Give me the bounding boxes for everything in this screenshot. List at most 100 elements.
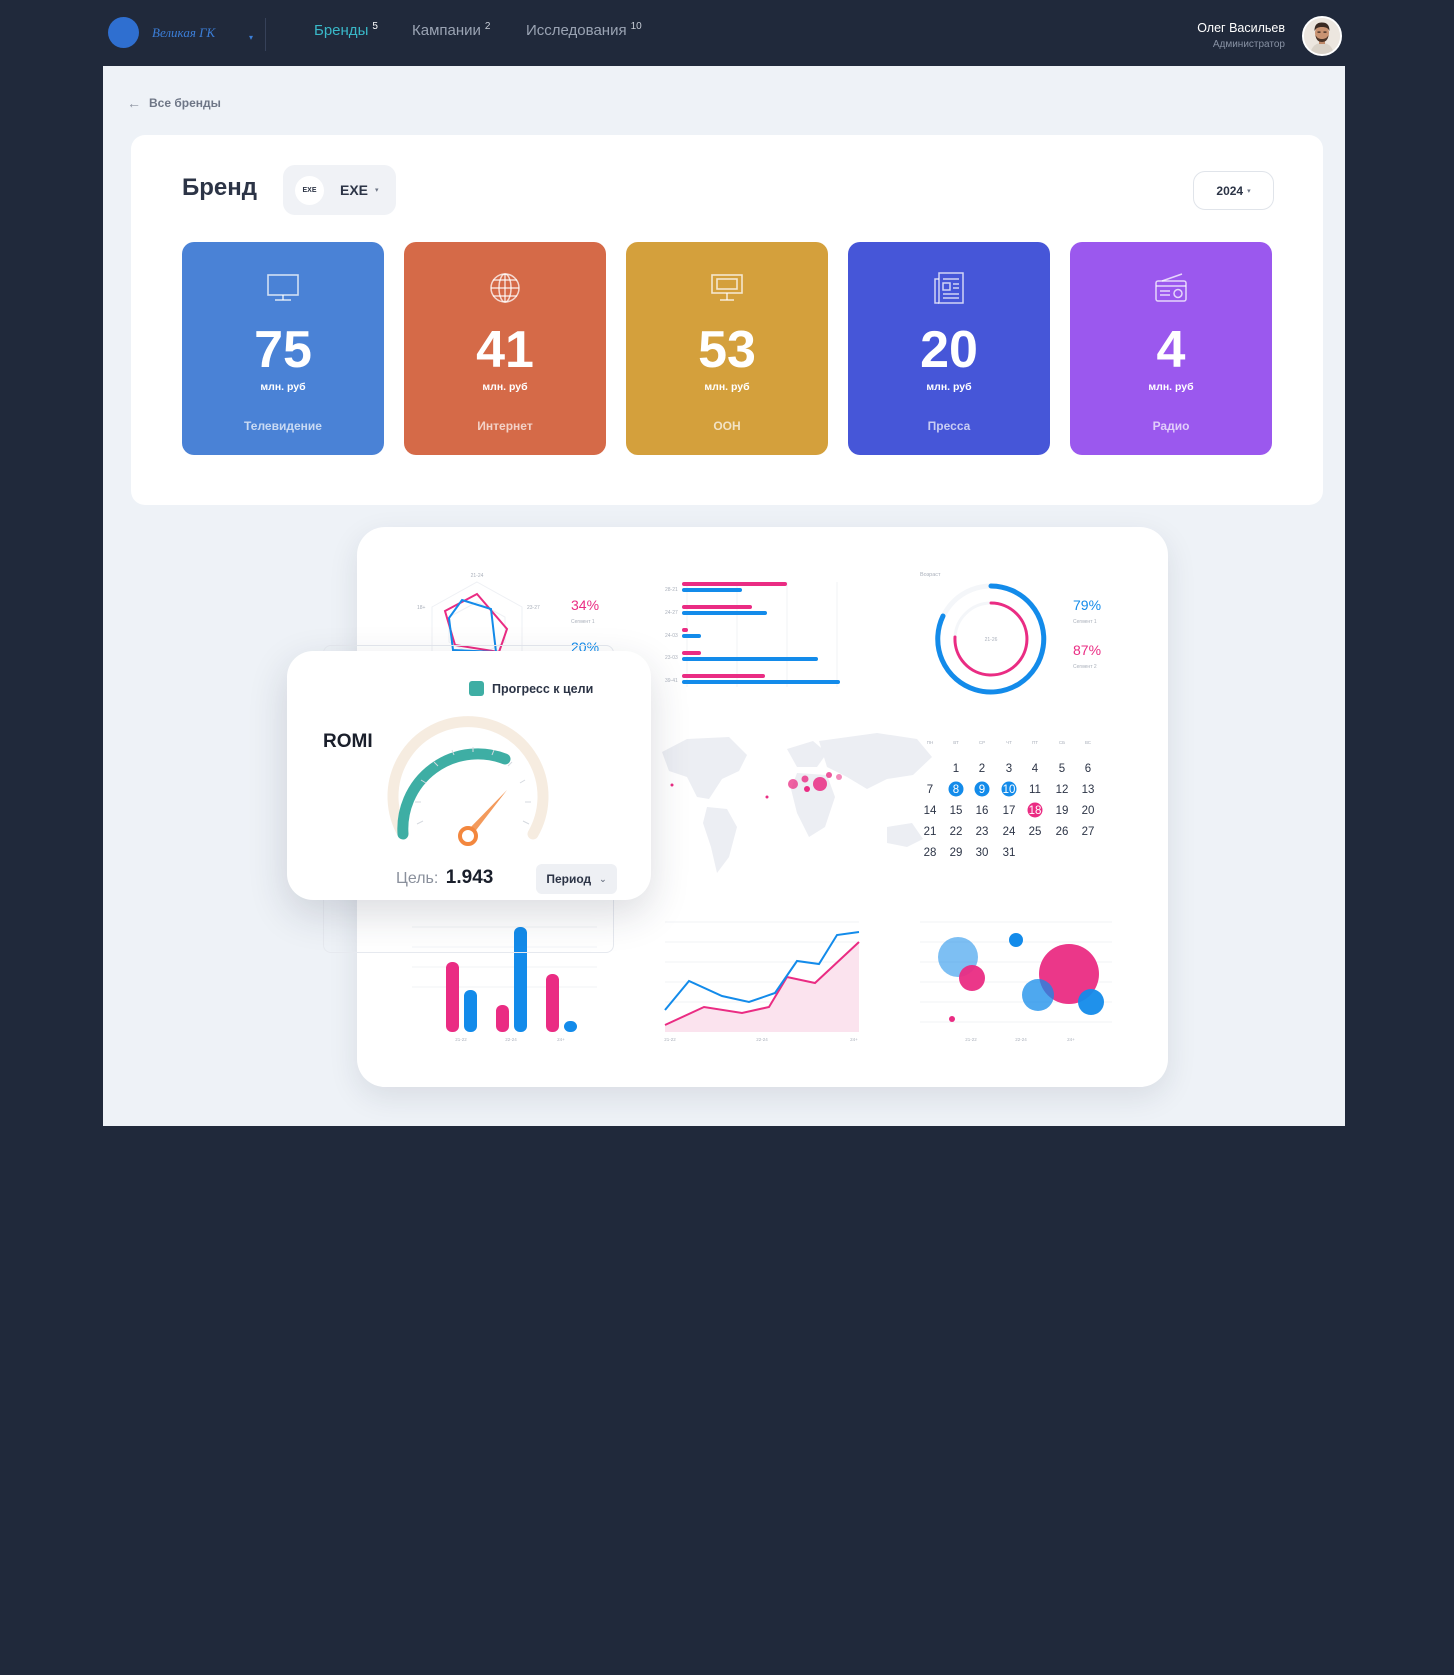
media-value: 53 <box>698 321 756 379</box>
hbar-label: 28-21 <box>665 587 678 593</box>
calendar-day: 3 <box>1006 763 1012 775</box>
weekday: ПТ <box>1032 740 1038 745</box>
media-card-tv[interactable]: 75 млн. руб Телевидение <box>182 242 384 455</box>
donut-segment1-value: 79% <box>1073 597 1101 613</box>
media-card-press[interactable]: 20 млн. руб Пресса <box>848 242 1050 455</box>
media-label: Интернет <box>477 419 533 433</box>
weekday: СБ <box>1059 740 1065 745</box>
line-label: 21-22 <box>664 1037 676 1042</box>
media-label: Радио <box>1152 419 1190 433</box>
media-label: Пресса <box>927 419 971 433</box>
logo-icon[interactable] <box>108 17 139 48</box>
chevron-down-icon: ⌄ <box>599 873 607 884</box>
brand-select[interactable]: EXE EXE ▾ <box>283 165 396 215</box>
nav-item-count: 5 <box>372 21 378 32</box>
nav-item-label: Исследования <box>526 22 627 39</box>
media-card-radio[interactable]: 4 млн. руб Радио <box>1070 242 1272 455</box>
year-select[interactable]: 2024 ▾ <box>1193 171 1274 210</box>
donut-chart: Возраст 21-26 79% Сегмент 1 87% Сегмент … <box>920 572 1101 695</box>
bubble-label: 22-24 <box>1015 1037 1027 1042</box>
avatar[interactable] <box>1302 16 1342 56</box>
world-map <box>662 733 932 873</box>
weekday: СР <box>979 740 985 745</box>
horizontal-bar-chart: 28-21 24-27 24-03 23-03 39-41 <box>665 582 840 687</box>
tv-icon <box>267 274 299 301</box>
nav-item-research[interactable]: Исследования 10 <box>526 21 642 39</box>
donut-center-label: 21-26 <box>985 637 998 643</box>
hbar-label: 39-41 <box>665 678 678 684</box>
user-role: Администратор <box>1212 39 1285 50</box>
calendar-day: 14 <box>924 805 937 817</box>
romi-goal-label: Цель: <box>396 870 439 887</box>
romi-card: Прогресс к цели ROMI Цель: 1.943 Период … <box>287 651 651 900</box>
media-label: ООН <box>713 419 741 433</box>
donut-segment1-label: Сегмент 1 <box>1073 619 1097 625</box>
bubble-label: 21-22 <box>965 1037 977 1042</box>
company-name[interactable]: Великая ГК <box>152 25 215 41</box>
romi-goal-value: 1.943 <box>445 867 494 888</box>
radar-label-top: 21-24 <box>471 573 484 579</box>
donut-title: Возраст <box>920 572 941 578</box>
media-card-ooh[interactable]: 53 млн. руб ООН <box>626 242 828 455</box>
calendar-day: 13 <box>1082 784 1095 796</box>
calendar-day: 7 <box>927 784 933 796</box>
brand-card: Бренд EXE EXE ▾ 2024 ▾ 75 млн. руб Телев… <box>131 135 1323 505</box>
vbar-label: 22-24 <box>505 1037 517 1042</box>
radio-icon <box>1155 273 1187 302</box>
calendar-day: 24 <box>1003 826 1016 838</box>
calendar-day: 21 <box>924 826 937 838</box>
romi-goal: Цель: 1.943 <box>396 867 493 889</box>
calendar-day: 28 <box>924 847 937 859</box>
calendar-day: 31 <box>1003 847 1016 859</box>
bubble-chart: 21-22 22-24 24+ <box>920 921 1112 1042</box>
media-value: 75 <box>254 321 312 379</box>
hbar-label: 23-03 <box>665 655 678 661</box>
media-value: 41 <box>476 321 534 379</box>
line-chart: 21-22 22-24 24+ <box>664 921 860 1042</box>
calendar-day: 17 <box>1003 805 1016 817</box>
radar-segment1-value: 34% <box>571 597 599 613</box>
hbar-label: 24-27 <box>665 610 678 616</box>
user-name[interactable]: Олег Васильев <box>1197 21 1285 35</box>
globe-icon <box>490 273 520 303</box>
newspaper-icon <box>934 272 964 304</box>
line-label: 24+ <box>850 1037 858 1042</box>
avatar-image <box>1304 18 1340 54</box>
media-unit: млн. руб <box>482 381 528 393</box>
period-select[interactable]: Период ⌄ <box>536 864 617 894</box>
media-card-internet[interactable]: 41 млн. руб Интернет <box>404 242 606 455</box>
nav-item-count: 10 <box>630 21 642 32</box>
media-unit: млн. руб <box>926 381 972 393</box>
calendar-day: 16 <box>976 805 989 817</box>
back-link[interactable]: ← Все бренды <box>127 95 221 111</box>
nav-item-campaigns[interactable]: Кампании 2 <box>412 21 490 39</box>
radar-segment1-label: Сегмент 1 <box>571 619 595 625</box>
nav-item-label: Бренды <box>314 22 369 39</box>
hbar-label: 24-03 <box>665 633 678 639</box>
media-value: 4 <box>1156 321 1186 379</box>
weekday: ПН <box>927 740 933 745</box>
calendar-day: 23 <box>976 826 989 838</box>
calendar-day: 11 <box>1029 784 1041 796</box>
calendar-day: 22 <box>950 826 963 838</box>
chevron-down-icon[interactable]: ▾ <box>249 33 253 42</box>
brand-select-value: EXE <box>340 182 369 198</box>
vbar-label: 21-22 <box>455 1037 467 1042</box>
media-value: 20 <box>920 321 978 379</box>
chevron-down-icon: ▾ <box>1247 187 1251 195</box>
calendar-day: 5 <box>1059 763 1065 775</box>
calendar-day: 26 <box>1056 826 1069 838</box>
top-bar: Великая ГК ▾ Бренды 5 Кампании 2 Исследова… <box>0 0 1454 66</box>
calendar-day-selected: 18 <box>1029 805 1042 817</box>
romi-title: ROMI <box>323 731 373 752</box>
calendar-day: 30 <box>976 847 989 859</box>
calendar-day: 25 <box>1029 826 1042 838</box>
calendar-day: 12 <box>1056 784 1069 796</box>
romi-legend-label: Прогресс к цели <box>492 681 594 696</box>
nav-item-brands[interactable]: Бренды 5 <box>314 21 378 39</box>
calendar-day-selected: 9 <box>979 784 985 796</box>
year-select-value: 2024 <box>1216 183 1244 198</box>
romi-legend: Прогресс к цели <box>469 681 593 696</box>
calendar-day: 2 <box>979 763 985 775</box>
donut-segment2-label: Сегмент 2 <box>1073 664 1097 670</box>
